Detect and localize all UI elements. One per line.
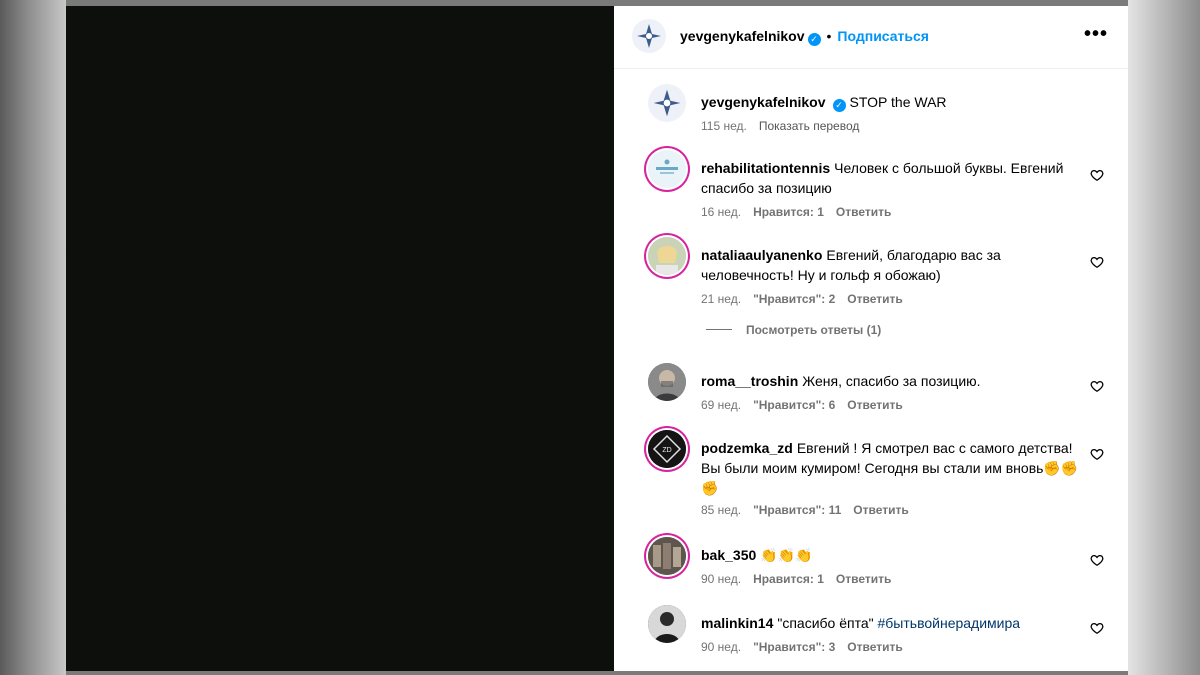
comment-text-row: podzemka_zd Евгений ! Я смотрел вас с сам…: [701, 438, 1081, 498]
comment-meta: 21 нед. "Нравится": 2 Ответить: [701, 292, 915, 306]
comment-meta: 85 нед. "Нравится": 11 Ответить: [701, 503, 921, 517]
background-left: [0, 0, 66, 675]
comment-meta: 16 нед. Нравится: 1 Ответить: [701, 205, 903, 219]
caption-text: STOP the WAR: [849, 94, 947, 110]
like-heart-icon[interactable]: [1090, 553, 1104, 567]
translate-link[interactable]: Показать перевод: [759, 119, 860, 133]
commenter-username[interactable]: nataliaaulyanenko: [701, 247, 822, 263]
separator-dot: •: [826, 28, 832, 44]
comment-text-row: roma__troshin Женя, спасибо за позицию.: [701, 371, 1081, 391]
replies-divider: [706, 329, 732, 330]
like-heart-icon[interactable]: [1090, 255, 1104, 269]
comment-text-row: rehabilitationtennis Человек с большой бу…: [701, 158, 1081, 198]
comments-panel: yevgenykafelnikov ✓ • Подписаться ••• yevge…: [614, 6, 1128, 671]
commenter-avatar[interactable]: [648, 363, 686, 401]
commenter-avatar[interactable]: [648, 237, 686, 275]
reply-button[interactable]: Ответить: [836, 572, 891, 586]
caption-meta: 115 нед. Показать перевод: [701, 119, 871, 133]
comment-likes[interactable]: "Нравится": 6: [753, 398, 835, 412]
comment-meta: 90 нед. Нравится: 1 Ответить: [701, 572, 903, 586]
comment-time[interactable]: 21 нед.: [701, 292, 741, 306]
instagram-post: yevgenykafelnikov ✓ • Подписаться ••• yevge…: [66, 6, 1128, 671]
reply-button[interactable]: Ответить: [853, 503, 908, 517]
comment-text: 👏👏👏: [760, 547, 813, 563]
svg-text:ZD: ZD: [662, 447, 671, 454]
comment-likes[interactable]: "Нравится": 3: [753, 640, 835, 654]
reply-button[interactable]: Ответить: [847, 292, 902, 306]
like-heart-icon[interactable]: [1090, 168, 1104, 182]
author-username[interactable]: yevgenykafelnikov: [680, 28, 805, 44]
commenter-username[interactable]: malinkin14: [701, 615, 773, 631]
view-replies-label: Посмотреть ответы (1): [746, 323, 882, 337]
reply-button[interactable]: Ответить: [847, 640, 902, 654]
view-replies-button[interactable]: Посмотреть ответы (1): [706, 323, 881, 337]
comment-time[interactable]: 16 нед.: [701, 205, 741, 219]
reply-button[interactable]: Ответить: [836, 205, 891, 219]
commenter-username[interactable]: bak_350: [701, 547, 756, 563]
comment-text-row: malinkin14 "спасибо ёпта" #бытьвойнерадим…: [701, 613, 1081, 633]
commenter-avatar[interactable]: ZD: [648, 430, 686, 468]
hashtag-link[interactable]: #бытьвойнерадимира: [878, 615, 1021, 631]
comment-time[interactable]: 85 нед.: [701, 503, 741, 517]
more-options-icon[interactable]: •••: [1084, 24, 1108, 44]
caption-avatar[interactable]: [648, 84, 686, 122]
comment-meta: 90 нед. "Нравится": 3 Ответить: [701, 640, 915, 654]
like-heart-icon[interactable]: [1090, 379, 1104, 393]
comment-text: "спасибо ёпта": [777, 615, 874, 631]
verified-badge-icon: ✓: [807, 33, 821, 46]
comment-likes[interactable]: Нравится: 1: [753, 572, 824, 586]
header-row: yevgenykafelnikov ✓ • Подписаться: [680, 28, 929, 46]
commenter-avatar[interactable]: [648, 150, 686, 188]
post-header: yevgenykafelnikov ✓ • Подписаться •••: [614, 6, 1128, 69]
caption-text-row: yevgenykafelnikov ✓ STOP the WAR: [701, 92, 1081, 112]
comment-meta: 69 нед. "Нравится": 6 Ответить: [701, 398, 915, 412]
like-heart-icon[interactable]: [1090, 621, 1104, 635]
comment-text-row: nataliaaulyanenko Евгений, благодарю вас …: [701, 245, 1081, 285]
caption-username[interactable]: yevgenykafelnikov: [701, 94, 826, 110]
reply-button[interactable]: Ответить: [847, 398, 902, 412]
verified-badge-icon: ✓: [832, 99, 846, 112]
comment-likes[interactable]: "Нравится": 2: [753, 292, 835, 306]
comment-time[interactable]: 90 нед.: [701, 572, 741, 586]
comment-time[interactable]: 69 нед.: [701, 398, 741, 412]
commenter-avatar[interactable]: [648, 605, 686, 643]
comment-text-row: bak_350 👏👏👏: [701, 545, 1081, 565]
commenter-avatar[interactable]: [648, 537, 686, 575]
follow-button[interactable]: Подписаться: [837, 28, 929, 44]
comment-likes[interactable]: "Нравится": 11: [753, 503, 841, 517]
comment-text: Женя, спасибо за позицию.: [802, 373, 981, 389]
background-right: [1128, 0, 1200, 675]
commenter-username[interactable]: rehabilitationtennis: [701, 160, 830, 176]
commenter-username[interactable]: roma__troshin: [701, 373, 798, 389]
like-heart-icon[interactable]: [1090, 447, 1104, 461]
comment-time[interactable]: 90 нед.: [701, 640, 741, 654]
commenter-username[interactable]: podzemka_zd: [701, 440, 793, 456]
post-media[interactable]: [66, 6, 614, 671]
comment-likes[interactable]: Нравится: 1: [753, 205, 824, 219]
caption-time[interactable]: 115 нед.: [701, 119, 747, 133]
author-avatar[interactable]: [632, 19, 666, 53]
